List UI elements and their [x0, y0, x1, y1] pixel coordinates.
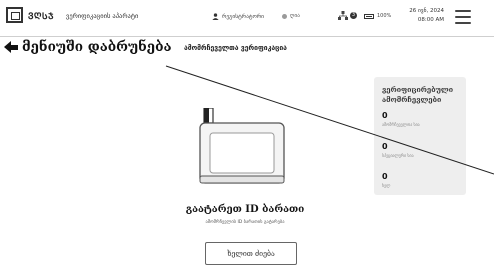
back-arrow-icon: [4, 41, 11, 53]
user-icon: [212, 13, 219, 20]
network-icon: [338, 11, 348, 20]
stat-manual: 0 ხელ: [382, 172, 390, 188]
stat-value: 0: [382, 142, 388, 151]
status-indicator: ღია: [282, 13, 300, 19]
stat-value: 0: [382, 111, 388, 120]
menu-icon-line: [455, 22, 471, 24]
menu-button[interactable]: [455, 10, 471, 24]
user-indicator: რეგისტრატორი: [212, 13, 264, 20]
network-indicator: 3: [338, 11, 357, 20]
page-title: ამომრჩეველთა ვერიფიკაცია: [184, 44, 287, 52]
panel-title: ვერიფიცირებული ამომრჩევლები: [382, 85, 453, 104]
card-reader-icon: [199, 108, 285, 184]
manual-search-button[interactable]: ხელით ძიება: [205, 242, 297, 265]
back-label: მენიუში დაბრუნება: [22, 39, 172, 55]
back-to-menu-button[interactable]: მენიუში დაბრუნება: [4, 39, 172, 55]
stat-special-list: 0 სპეციალური სია: [382, 142, 414, 158]
battery-indicator: 100%: [364, 13, 391, 19]
status-text: ღია: [290, 13, 300, 19]
swipe-card-prompt: გაატარეთ ID ბარათი: [185, 204, 305, 215]
menu-icon-line: [455, 16, 471, 18]
battery-text: 100%: [377, 13, 392, 19]
logo-text: ᲕᲦᲡᲯ: [28, 11, 55, 22]
stat-label: ხელ: [382, 183, 391, 188]
stat-label: სპეციალური სია: [382, 153, 414, 158]
datetime: 26 ივნ, 2024 08:00 AM: [408, 7, 444, 25]
stat-label: ამომრჩეველთა სია: [382, 122, 420, 127]
stat-value: 0: [382, 172, 388, 181]
back-arrow-shaft: [11, 44, 18, 50]
user-name: რეგისტრატორი: [222, 13, 265, 20]
logo-icon: [6, 7, 23, 23]
date-text: 26 ივნ, 2024: [409, 8, 444, 14]
verified-voters-panel: ვერიფიცირებული ამომრჩევლები 0 ამომრჩეველ…: [374, 77, 466, 195]
top-bar: ᲕᲦᲡᲯ ვერიფიკაციის აპარატი რეგისტრატორი ღ…: [0, 0, 494, 37]
time-text: 08:00 AM: [417, 17, 444, 23]
app-title: ვერიფიკაციის აპარატი: [66, 12, 139, 20]
menu-icon-line: [455, 10, 471, 12]
network-count: 3: [350, 12, 357, 19]
brand: ᲕᲦᲡᲯ: [6, 7, 54, 23]
battery-icon: [364, 13, 374, 19]
navigation-bar: მენიუში დაბრუნება ამომრჩეველთა ვერიფიკაც…: [0, 37, 494, 59]
stat-voters-list: 0 ამომრჩეველთა სია: [382, 111, 420, 127]
status-dot-icon: [282, 13, 287, 19]
swipe-card-subprompt: ამომრჩევლის ID ბარათის გატარება: [205, 220, 285, 225]
